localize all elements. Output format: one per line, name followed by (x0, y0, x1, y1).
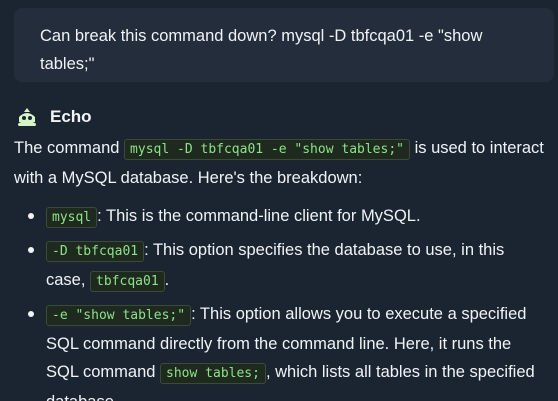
user-message-text: Can break this command down? mysql -D tb… (40, 27, 483, 73)
assistant-message: The command mysql -D tbfcqa01 -e "show t… (14, 134, 546, 401)
breakdown-list: mysql: This is the command-line client f… (14, 202, 546, 401)
inline-code: show tables; (160, 363, 266, 384)
robot-icon (16, 106, 38, 128)
inline-code: tbfcqa01 (90, 271, 165, 292)
assistant-name: Echo (50, 107, 92, 126)
list-item: mysql: This is the command-line client f… (14, 202, 546, 232)
list-item-text: . (164, 271, 170, 289)
inline-code: mysql -D tbfcqa01 -e "show tables;" (124, 139, 410, 160)
list-item: -D tbfcqa01: This option specifies the d… (14, 236, 546, 296)
user-message-bubble: Can break this command down? mysql -D tb… (14, 8, 554, 82)
inline-code: -D tbfcqa01 (46, 241, 145, 262)
intro-paragraph: The command mysql -D tbfcqa01 -e "show t… (14, 134, 546, 192)
inline-code: mysql (46, 207, 98, 228)
inline-code: -e "show tables;" (46, 305, 192, 326)
chat-view: Can break this command down? mysql -D tb… (0, 0, 558, 401)
intro-text-before: The command (14, 139, 125, 157)
assistant-header: Echo (16, 103, 92, 131)
list-item: -e "show tables;": This option allows yo… (14, 300, 546, 401)
list-item-text: : This is the command-line client for My… (97, 207, 421, 225)
